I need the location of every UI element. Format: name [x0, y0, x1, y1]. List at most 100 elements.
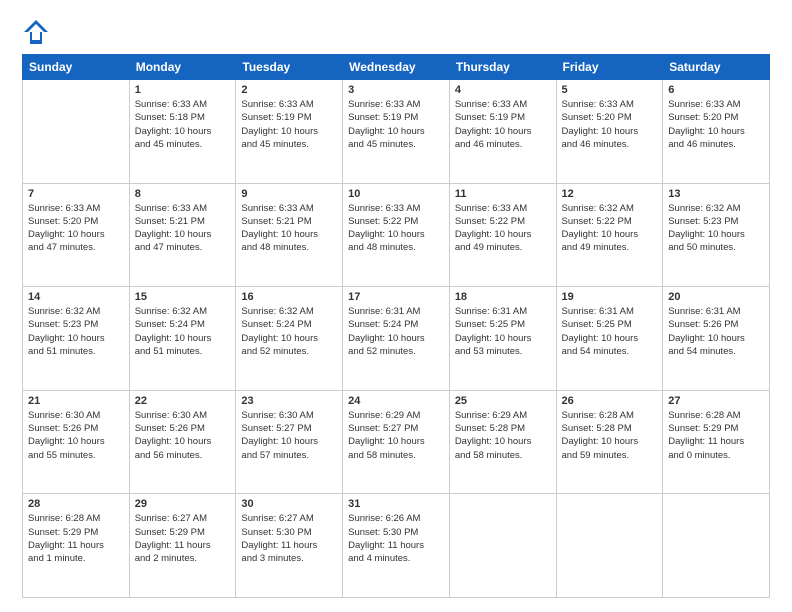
day-number: 7: [28, 188, 124, 200]
day-number: 29: [135, 498, 231, 510]
calendar-cell: 24 Sunrise: 6:29 AMSunset: 5:27 PMDayligh…: [343, 390, 450, 494]
day-number: 12: [562, 188, 658, 200]
day-number: 17: [348, 291, 444, 303]
day-number: 14: [28, 291, 124, 303]
calendar-week-4: 21 Sunrise: 6:30 AMSunset: 5:26 PMDayligh…: [23, 390, 770, 494]
calendar-cell: 26 Sunrise: 6:28 AMSunset: 5:28 PMDayligh…: [556, 390, 663, 494]
day-number: 6: [668, 84, 764, 96]
day-info: Sunrise: 6:33 AMSunset: 5:21 PMDaylight:…: [241, 202, 337, 255]
day-number: 26: [562, 395, 658, 407]
day-number: 22: [135, 395, 231, 407]
header: [22, 18, 770, 46]
calendar-cell: 25 Sunrise: 6:29 AMSunset: 5:28 PMDayligh…: [449, 390, 556, 494]
calendar-header-row: SundayMondayTuesdayWednesdayThursdayFrid…: [23, 55, 770, 80]
day-info: Sunrise: 6:33 AMSunset: 5:22 PMDaylight:…: [348, 202, 444, 255]
day-number: 3: [348, 84, 444, 96]
day-number: 1: [135, 84, 231, 96]
calendar-cell: 20 Sunrise: 6:31 AMSunset: 5:26 PMDayligh…: [663, 287, 770, 391]
logo: [22, 18, 52, 46]
day-info: Sunrise: 6:28 AMSunset: 5:28 PMDaylight:…: [562, 409, 658, 462]
day-number: 2: [241, 84, 337, 96]
calendar-cell: 8Sunrise: 6:33 AMSunset: 5:21 PMDaylight…: [129, 183, 236, 287]
calendar-cell: 1 Sunrise: 6:33 AMSunset: 5:18 PMDaylight…: [129, 80, 236, 184]
day-number: 25: [455, 395, 551, 407]
day-info: Sunrise: 6:29 AMSunset: 5:28 PMDaylight:…: [455, 409, 551, 462]
day-number: 10: [348, 188, 444, 200]
day-info: Sunrise: 6:27 AMSunset: 5:30 PMDaylight:…: [241, 512, 337, 565]
calendar-cell: 21Sunrise: 6:30 AMSunset: 5:26 PMDayligh…: [23, 390, 130, 494]
day-number: 23: [241, 395, 337, 407]
col-header-saturday: Saturday: [663, 55, 770, 80]
logo-icon: [22, 18, 50, 46]
day-info: Sunrise: 6:29 AMSunset: 5:27 PMDaylight:…: [348, 409, 444, 462]
day-info: Sunrise: 6:33 AMSunset: 5:22 PMDaylight:…: [455, 202, 551, 255]
calendar-cell: 16 Sunrise: 6:32 AMSunset: 5:24 PMDayligh…: [236, 287, 343, 391]
day-info: Sunrise: 6:31 AMSunset: 5:24 PMDaylight:…: [348, 305, 444, 358]
calendar-cell: 11Sunrise: 6:33 AMSunset: 5:22 PMDayligh…: [449, 183, 556, 287]
calendar-cell: 5Sunrise: 6:33 AMSunset: 5:20 PMDaylight…: [556, 80, 663, 184]
col-header-friday: Friday: [556, 55, 663, 80]
day-number: 27: [668, 395, 764, 407]
day-info: Sunrise: 6:33 AMSunset: 5:19 PMDaylight:…: [241, 98, 337, 151]
day-number: 5: [562, 84, 658, 96]
day-info: Sunrise: 6:33 AMSunset: 5:20 PMDaylight:…: [28, 202, 124, 255]
day-number: 31: [348, 498, 444, 510]
col-header-sunday: Sunday: [23, 55, 130, 80]
day-info: Sunrise: 6:30 AMSunset: 5:27 PMDaylight:…: [241, 409, 337, 462]
calendar-page: SundayMondayTuesdayWednesdayThursdayFrid…: [0, 0, 792, 612]
col-header-tuesday: Tuesday: [236, 55, 343, 80]
day-info: Sunrise: 6:31 AMSunset: 5:25 PMDaylight:…: [562, 305, 658, 358]
day-info: Sunrise: 6:32 AMSunset: 5:22 PMDaylight:…: [562, 202, 658, 255]
calendar-cell: [449, 494, 556, 598]
day-info: Sunrise: 6:31 AMSunset: 5:26 PMDaylight:…: [668, 305, 764, 358]
calendar-cell: 28 Sunrise: 6:28 AMSunset: 5:29 PMDayligh…: [23, 494, 130, 598]
day-info: Sunrise: 6:33 AMSunset: 5:19 PMDaylight:…: [455, 98, 551, 151]
calendar-cell: 9 Sunrise: 6:33 AMSunset: 5:21 PMDaylight…: [236, 183, 343, 287]
day-number: 24: [348, 395, 444, 407]
day-number: 9: [241, 188, 337, 200]
day-info: Sunrise: 6:33 AMSunset: 5:18 PMDaylight:…: [135, 98, 231, 151]
calendar-cell: 31Sunrise: 6:26 AMSunset: 5:30 PMDayligh…: [343, 494, 450, 598]
calendar-cell: 17 Sunrise: 6:31 AMSunset: 5:24 PMDayligh…: [343, 287, 450, 391]
day-info: Sunrise: 6:32 AMSunset: 5:24 PMDaylight:…: [135, 305, 231, 358]
calendar-cell: 29 Sunrise: 6:27 AMSunset: 5:29 PMDayligh…: [129, 494, 236, 598]
calendar-cell: 10 Sunrise: 6:33 AMSunset: 5:22 PMDayligh…: [343, 183, 450, 287]
calendar-cell: 22 Sunrise: 6:30 AMSunset: 5:26 PMDayligh…: [129, 390, 236, 494]
calendar-cell: 23 Sunrise: 6:30 AMSunset: 5:27 PMDayligh…: [236, 390, 343, 494]
day-number: 15: [135, 291, 231, 303]
calendar-week-2: 7 Sunrise: 6:33 AMSunset: 5:20 PMDaylight…: [23, 183, 770, 287]
calendar-cell: 7 Sunrise: 6:33 AMSunset: 5:20 PMDaylight…: [23, 183, 130, 287]
day-info: Sunrise: 6:32 AMSunset: 5:24 PMDaylight:…: [241, 305, 337, 358]
day-number: 28: [28, 498, 124, 510]
day-number: 18: [455, 291, 551, 303]
day-number: 21: [28, 395, 124, 407]
day-number: 4: [455, 84, 551, 96]
calendar-cell: 3 Sunrise: 6:33 AMSunset: 5:19 PMDaylight…: [343, 80, 450, 184]
day-info: Sunrise: 6:28 AMSunset: 5:29 PMDaylight:…: [668, 409, 764, 462]
calendar-table: SundayMondayTuesdayWednesdayThursdayFrid…: [22, 54, 770, 598]
col-header-wednesday: Wednesday: [343, 55, 450, 80]
calendar-week-3: 14Sunrise: 6:32 AMSunset: 5:23 PMDayligh…: [23, 287, 770, 391]
calendar-cell: 2 Sunrise: 6:33 AMSunset: 5:19 PMDaylight…: [236, 80, 343, 184]
day-number: 8: [135, 188, 231, 200]
day-number: 16: [241, 291, 337, 303]
calendar-cell: [663, 494, 770, 598]
calendar-cell: 27 Sunrise: 6:28 AMSunset: 5:29 PMDayligh…: [663, 390, 770, 494]
day-info: Sunrise: 6:27 AMSunset: 5:29 PMDaylight:…: [135, 512, 231, 565]
day-info: Sunrise: 6:33 AMSunset: 5:19 PMDaylight:…: [348, 98, 444, 151]
calendar-cell: 19Sunrise: 6:31 AMSunset: 5:25 PMDayligh…: [556, 287, 663, 391]
day-info: Sunrise: 6:31 AMSunset: 5:25 PMDaylight:…: [455, 305, 551, 358]
calendar-week-5: 28 Sunrise: 6:28 AMSunset: 5:29 PMDayligh…: [23, 494, 770, 598]
day-info: Sunrise: 6:28 AMSunset: 5:29 PMDaylight:…: [28, 512, 124, 565]
calendar-cell: [556, 494, 663, 598]
col-header-thursday: Thursday: [449, 55, 556, 80]
day-number: 20: [668, 291, 764, 303]
calendar-cell: 6 Sunrise: 6:33 AMSunset: 5:20 PMDaylight…: [663, 80, 770, 184]
day-number: 13: [668, 188, 764, 200]
calendar-cell: 4 Sunrise: 6:33 AMSunset: 5:19 PMDaylight…: [449, 80, 556, 184]
day-info: Sunrise: 6:33 AMSunset: 5:20 PMDaylight:…: [668, 98, 764, 151]
col-header-monday: Monday: [129, 55, 236, 80]
day-info: Sunrise: 6:30 AMSunset: 5:26 PMDaylight:…: [135, 409, 231, 462]
calendar-cell: 14Sunrise: 6:32 AMSunset: 5:23 PMDayligh…: [23, 287, 130, 391]
calendar-cell: 15 Sunrise: 6:32 AMSunset: 5:24 PMDayligh…: [129, 287, 236, 391]
